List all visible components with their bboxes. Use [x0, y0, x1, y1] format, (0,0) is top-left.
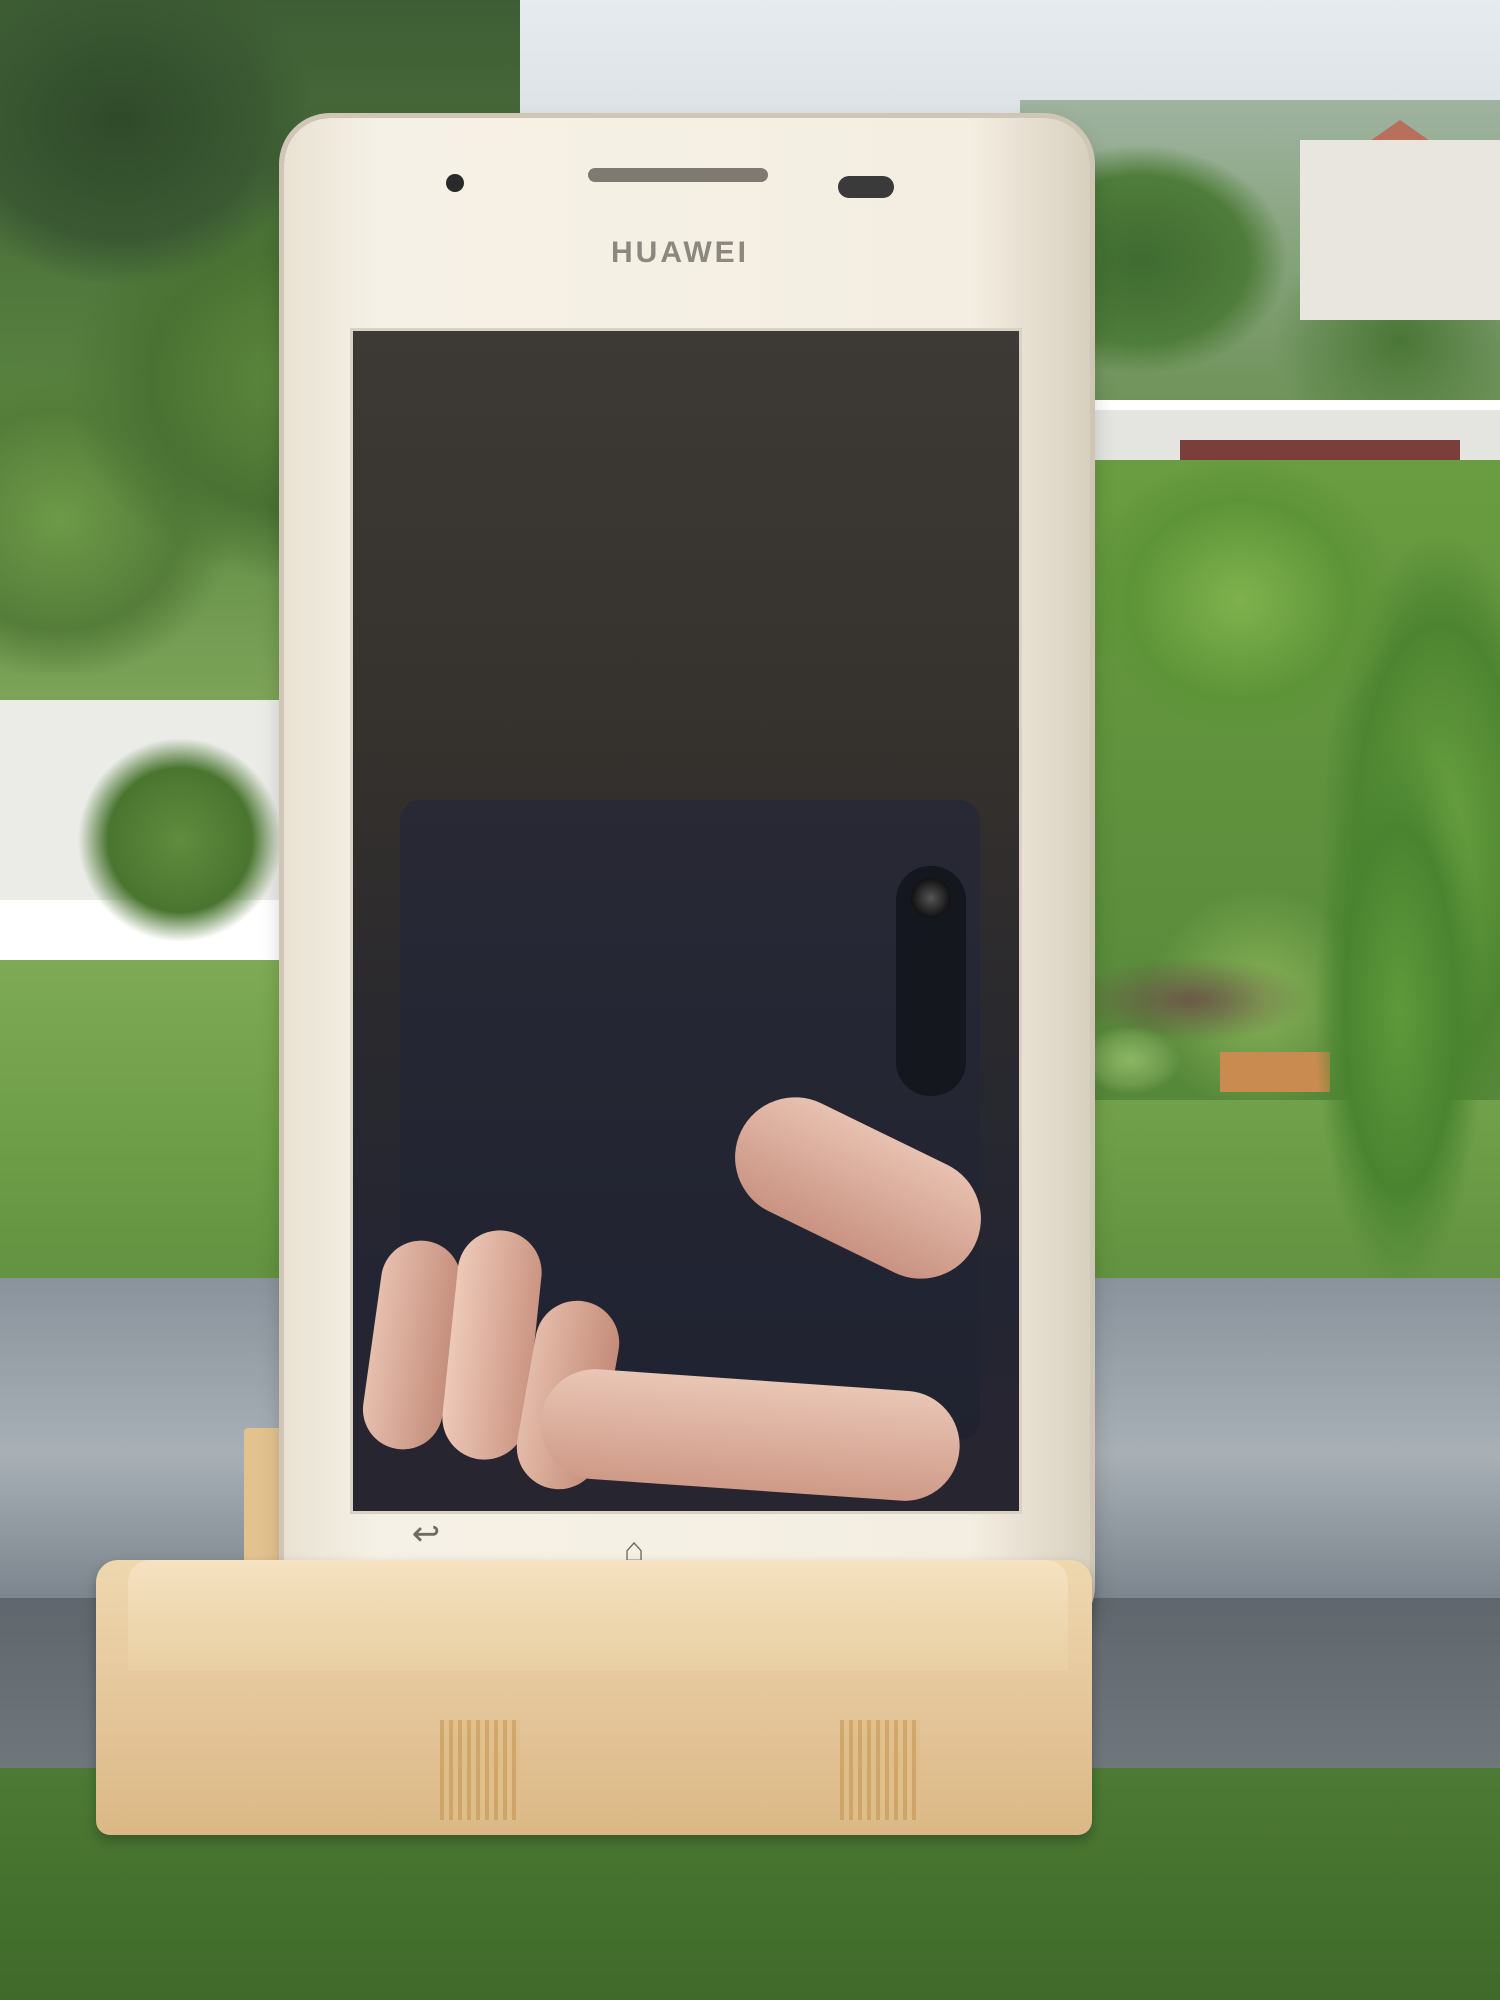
conifer-tree [1300, 680, 1500, 1340]
brand-logo: HUAWEI [611, 236, 749, 269]
bamboo-node [440, 1720, 520, 1820]
screen-reflection-lens [911, 878, 951, 918]
house [1300, 140, 1500, 320]
front-camera [446, 174, 464, 192]
bamboo-node [840, 1720, 920, 1820]
photo-scene: HUAWEI ↩ ⌂ ≡ [0, 0, 1500, 2000]
earpiece-speaker [588, 168, 768, 182]
wooden-stand-base-top [128, 1560, 1068, 1670]
back-icon[interactable]: ↩ [396, 1514, 456, 1554]
bush-left [60, 720, 300, 960]
proximity-sensor [838, 176, 894, 198]
